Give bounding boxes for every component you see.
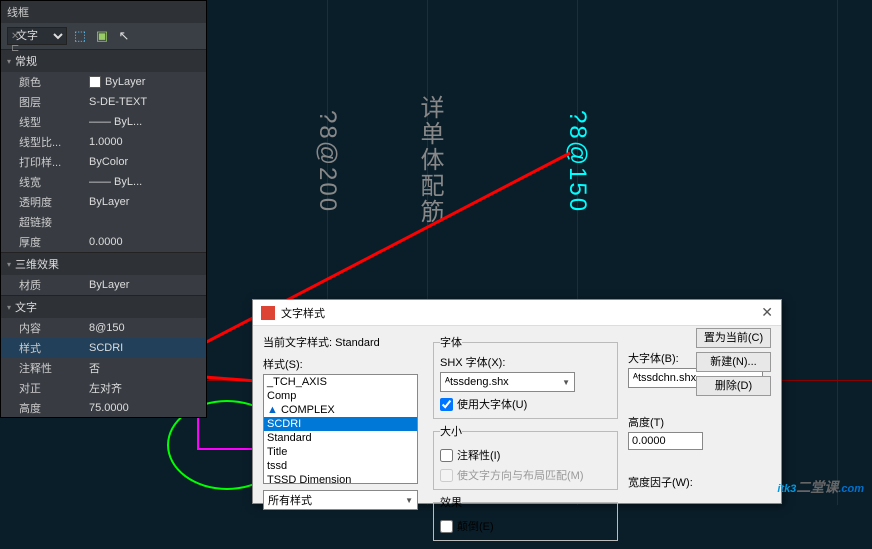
chevron-down-icon: ▼: [405, 496, 413, 505]
section-3d[interactable]: 三维效果: [1, 252, 206, 275]
style-value[interactable]: SCDRI: [89, 340, 206, 356]
dialog-title-text: 文字样式: [281, 305, 325, 321]
list-item[interactable]: TSSD Dimension: [264, 473, 417, 484]
close-icon[interactable]: ✕: [11, 31, 21, 41]
section-general[interactable]: 常规: [1, 49, 206, 72]
color-swatch: [89, 76, 101, 88]
list-item[interactable]: _TCH_AXIS: [264, 375, 417, 389]
filter-combo[interactable]: 所有样式▼: [263, 490, 418, 510]
chevron-down-icon: ▼: [562, 378, 570, 387]
filter-icon[interactable]: ▣: [93, 27, 111, 45]
list-item[interactable]: ▲ COMPLEX: [264, 403, 417, 417]
watermark: itk3二堂课.com: [777, 459, 864, 501]
annotative-checkbox[interactable]: [440, 449, 453, 462]
list-item[interactable]: Title: [264, 445, 417, 459]
style-listbox[interactable]: _TCH_AXIS Comp ▲ COMPLEX SCDRI Standard …: [263, 374, 418, 484]
pin-icon[interactable]: ⊏: [11, 43, 21, 53]
list-item[interactable]: Comp: [264, 389, 417, 403]
canvas-text-3[interactable]: ?8@150: [563, 110, 591, 213]
add-icon[interactable]: ⬚: [71, 27, 89, 45]
delete-button[interactable]: 删除(D): [696, 376, 771, 396]
list-item-selected[interactable]: SCDRI: [264, 417, 417, 431]
layer-value[interactable]: S-DE-TEXT: [89, 94, 206, 110]
text-style-dialog: 文字样式 ✕ 当前文字样式: Standard 样式(S): _TCH_AXIS…: [252, 299, 782, 504]
canvas-text-1[interactable]: ?8@200: [313, 110, 341, 213]
properties-panel: 线框 ✕ ⊏ 文字 ⬚ ▣ ↖ 常规 颜色ByLayer 图层S-DE-TEXT…: [0, 0, 207, 418]
select-icon[interactable]: ↖: [115, 27, 133, 45]
content-value[interactable]: 8@150: [89, 320, 206, 336]
canvas-text-2[interactable]: 详单体配筋: [412, 95, 447, 225]
close-icon[interactable]: ✕: [761, 304, 773, 321]
dialog-titlebar[interactable]: 文字样式 ✕: [253, 300, 781, 326]
shx-font-combo[interactable]: ᴬtssdeng.shx▼: [440, 372, 575, 392]
list-item[interactable]: Standard: [264, 431, 417, 445]
panel-title: 线框: [1, 1, 206, 23]
app-icon: [261, 306, 275, 320]
new-button[interactable]: 新建(N)...: [696, 352, 771, 372]
upside-checkbox[interactable]: [440, 520, 453, 533]
height-input[interactable]: [628, 432, 703, 450]
list-item[interactable]: tssd: [264, 459, 417, 473]
use-bigfont-checkbox[interactable]: [440, 398, 453, 411]
match-checkbox: [440, 469, 453, 482]
section-text[interactable]: 文字: [1, 295, 206, 318]
panel-toolbar: 文字 ⬚ ▣ ↖: [1, 23, 206, 49]
set-current-button[interactable]: 置为当前(C): [696, 328, 771, 348]
